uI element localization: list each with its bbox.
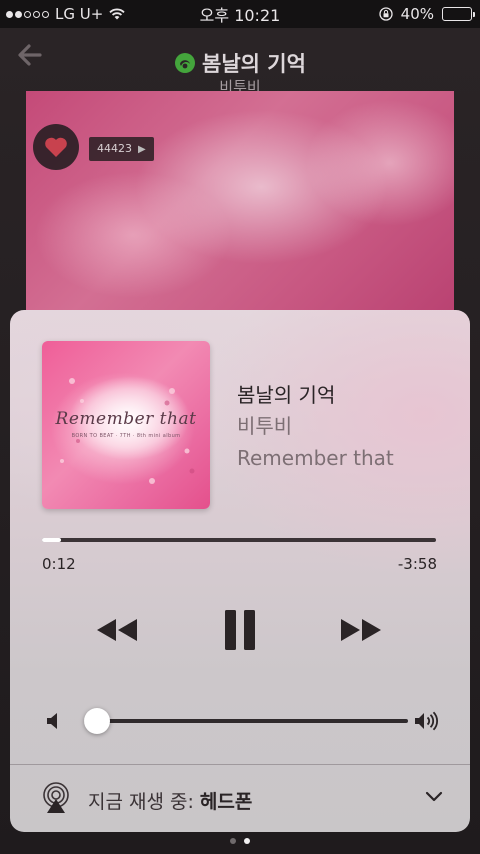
progress-played: [42, 538, 61, 542]
volume-knob[interactable]: [83, 708, 110, 734]
volume-slider[interactable]: [83, 708, 408, 734]
status-right: 40%: [379, 5, 475, 23]
audio-output-row[interactable]: 지금 재생 중: 헤드폰: [10, 765, 470, 832]
now-playing-card: Remember that BORN TO BEAT · 7TH · 8th m…: [10, 310, 470, 832]
remaining-time: -3:58: [397, 555, 437, 573]
track-meta: 봄날의 기억 비투비 Remember that: [237, 380, 394, 474]
pause-button[interactable]: [220, 608, 260, 652]
page-dot[interactable]: [230, 838, 236, 844]
background-album-art: [26, 91, 454, 331]
volume-control: [10, 706, 470, 736]
airplay-icon: [43, 782, 69, 813]
rotation-lock-icon: [379, 7, 393, 21]
page-dot-active[interactable]: [244, 838, 250, 844]
album-art-subtitle: BORN TO BEAT · 7TH · 8th mini album: [71, 433, 181, 439]
rewind-button[interactable]: [94, 608, 140, 652]
track-artist: 비투비: [237, 414, 293, 438]
fast-forward-icon: [341, 619, 381, 641]
album-art: Remember that BORN TO BEAT · 7TH · 8th m…: [42, 341, 210, 509]
track-album: Remember that: [237, 446, 394, 470]
chevron-down-icon[interactable]: [424, 790, 444, 804]
volume-low-icon: [47, 713, 57, 729]
output-device: 헤드폰: [199, 791, 253, 813]
progress-slider[interactable]: [42, 538, 436, 542]
app-logo-icon: [175, 53, 196, 73]
track-title: 봄날의 기억: [237, 383, 336, 407]
battery-icon: [442, 7, 475, 21]
volume-high-icon: [415, 711, 438, 731]
album-art-title: Remember that: [55, 409, 197, 429]
like-count-badge: 44423: [89, 137, 154, 161]
heart-icon: [45, 137, 67, 157]
like-button[interactable]: [33, 124, 79, 170]
elapsed-time: 0:12: [42, 555, 76, 573]
fast-forward-button[interactable]: [338, 608, 384, 652]
header-title: 봄날의 기억: [0, 48, 480, 78]
battery-percent: 40%: [400, 5, 434, 23]
header-song-title: 봄날의 기억: [202, 52, 306, 76]
transport-controls: [10, 608, 470, 652]
status-bar: LG U+ 오후 10:21 40%: [0, 0, 480, 28]
page-indicator: [0, 838, 480, 844]
output-label: 지금 재생 중: 헤드폰: [88, 787, 252, 814]
rewind-icon: [97, 619, 137, 641]
output-prefix: 지금 재생 중:: [88, 791, 200, 813]
pause-icon: [225, 610, 255, 650]
